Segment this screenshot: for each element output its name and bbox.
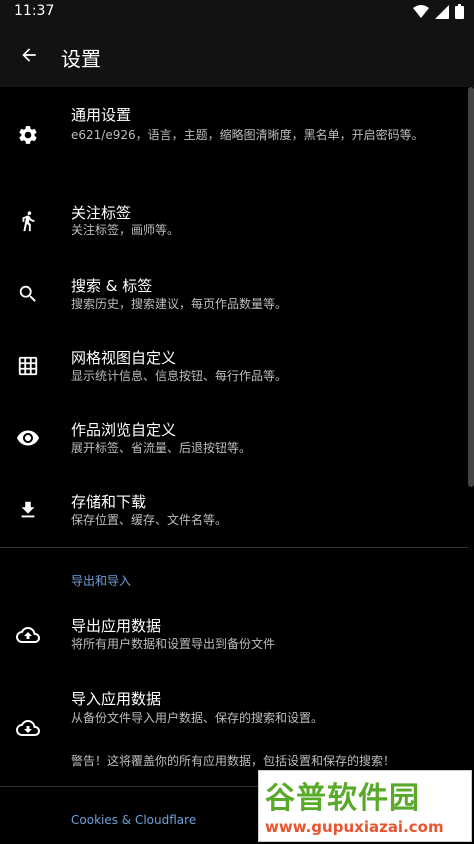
settings-item-export[interactable]: 导出应用数据 将所有用户数据和设置导出到备份文件	[0, 597, 468, 669]
settings-item-title: 导入应用数据	[71, 690, 162, 708]
divider	[0, 547, 468, 548]
section-header-export: 导出和导入	[71, 574, 132, 588]
settings-item-post-view[interactable]: 作品浏览自定义 展开标签、省流量、后退按钮等。	[0, 398, 468, 470]
settings-item-follow-tags[interactable]: 关注标签 关注标签，画师等。	[0, 181, 468, 254]
walk-icon	[16, 209, 40, 233]
gear-icon	[16, 123, 40, 147]
settings-item-import[interactable]: 导入应用数据 从备份文件导入用户数据、保存的搜索和设置。 警告！这将覆盖你的所有…	[0, 670, 468, 778]
settings-item-general[interactable]: 通用设置 e621/e926，语言，主题，缩略图清晰度，黑名单，开启密码等。	[0, 87, 468, 181]
settings-item-storage[interactable]: 存储和下载 保存位置、缓存、文件名等。	[0, 470, 468, 542]
battery-icon	[455, 4, 464, 19]
settings-item-grid-view[interactable]: 网格视图自定义 显示统计信息、信息按钮、每行作品等。	[0, 326, 468, 398]
eye-icon	[16, 426, 40, 450]
arrow-back-icon	[22, 48, 36, 62]
back-button[interactable]	[12, 38, 46, 72]
watermark-logo: 谷普软件园 www.gupuxiazai.com	[258, 770, 472, 842]
download-icon	[16, 498, 40, 522]
settings-item-search-tags[interactable]: 搜索 & 标签 搜索历史，搜索建议，每页作品数量等。	[0, 254, 468, 326]
settings-list: 通用设置 e621/e926，语言，主题，缩略图清晰度，黑名单，开启密码等。 关…	[0, 87, 468, 844]
import-warning-text: 警告！这将覆盖你的所有应用数据，包括设置和保存的搜索！	[71, 754, 396, 768]
settings-item-subtitle: 保存位置、缓存、文件名等。	[71, 513, 228, 527]
app-bar: 设置	[0, 24, 474, 87]
wifi-icon	[413, 4, 429, 18]
scrollbar[interactable]	[468, 87, 474, 487]
watermark-title: 谷普软件园	[265, 781, 420, 816]
settings-item-subtitle: 关注标签，画师等。	[71, 223, 180, 237]
settings-item-subtitle: 从备份文件导入用户数据、保存的搜索和设置。	[71, 711, 324, 725]
cloud-download-icon	[16, 716, 40, 740]
status-bar: 11:37	[0, 0, 474, 24]
settings-item-subtitle: e621/e926，语言，主题，缩略图清晰度，黑名单，开启密码等。	[71, 128, 424, 142]
status-time: 11:37	[14, 3, 55, 19]
watermark-url: www.gupuxiazai.com	[265, 818, 444, 836]
settings-item-subtitle: 搜索历史，搜索建议，每页作品数量等。	[71, 297, 288, 311]
settings-item-subtitle: 展开标签、省流量、后退按钮等。	[71, 441, 252, 455]
settings-item-subtitle: 将所有用户数据和设置导出到备份文件	[71, 637, 276, 651]
section-header-cloudflare: Cookies & Cloudflare	[71, 813, 197, 827]
grid-icon	[16, 354, 40, 378]
settings-item-subtitle: 显示统计信息、信息按钮、每行作品等。	[71, 369, 288, 383]
cellular-icon	[435, 4, 449, 19]
settings-item-title: 通用设置	[71, 106, 132, 124]
search-icon	[16, 282, 40, 306]
page-title: 设置	[61, 47, 101, 71]
cloud-upload-icon	[16, 623, 40, 647]
status-icons	[413, 4, 464, 19]
